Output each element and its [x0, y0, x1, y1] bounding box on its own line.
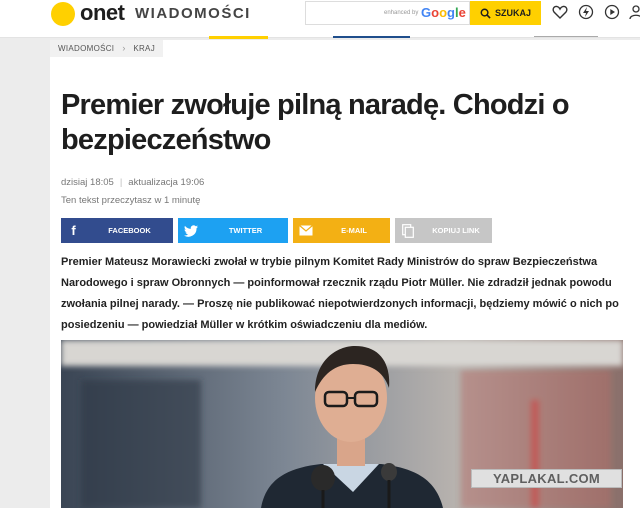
section-name[interactable]: WIADOMOŚCI: [135, 5, 251, 22]
nav-indicator-blue: [333, 36, 410, 38]
published-time: dzisiaj 18:05: [61, 177, 114, 188]
copy-link-button[interactable]: KOPIUJ LINK: [395, 218, 492, 243]
article-card: WIADOMOŚCI › KRAJ Premier zwołuje pilną …: [50, 40, 640, 508]
search-input[interactable]: enhanced by Google: [305, 1, 470, 25]
search-enhanced-label: enhanced by: [384, 10, 419, 16]
article-lead: Premier Mateusz Morawiecki zwołał w tryb…: [61, 256, 619, 331]
search-icon: [480, 8, 491, 19]
share-email-label: E-MAIL: [341, 226, 367, 235]
onet-logo[interactable]: onet: [80, 0, 125, 26]
facebook-icon: f: [71, 223, 76, 238]
copy-link-label: KOPIUJ LINK: [432, 226, 480, 235]
share-email-button[interactable]: E-MAIL: [293, 218, 390, 243]
play-icon[interactable]: [604, 4, 620, 20]
updated-time: aktualizacja 19:06: [128, 177, 205, 188]
nav-indicator-yellow: [209, 36, 268, 39]
nav-indicator-gray: [534, 36, 598, 37]
share-facebook-button[interactable]: f FACEBOOK: [61, 218, 173, 243]
bolt-icon[interactable]: [578, 4, 594, 20]
twitter-icon: [178, 218, 203, 243]
meta-divider: |: [119, 177, 123, 188]
breadcrumb-item[interactable]: KRAJ: [125, 40, 163, 57]
share-twitter-button[interactable]: TWITTER: [178, 218, 288, 243]
user-icon[interactable]: [628, 4, 640, 20]
breadcrumb: WIADOMOŚCI › KRAJ: [50, 40, 163, 57]
breadcrumb-item[interactable]: WIADOMOŚCI: [50, 40, 122, 57]
top-bar: onet WIADOMOŚCI enhanced by Google SZUKA…: [0, 0, 640, 38]
share-facebook-label: FACEBOOK: [108, 226, 151, 235]
google-logo: Google: [421, 5, 466, 20]
heart-icon[interactable]: [552, 4, 568, 20]
article-title: Premier zwołuje pilną naradę. Chodzi o b…: [61, 89, 570, 156]
onet-logo-circle[interactable]: [51, 2, 75, 26]
search-button[interactable]: SZUKAJ: [470, 1, 541, 25]
search-button-label: SZUKAJ: [494, 8, 531, 18]
share-twitter-label: TWITTER: [228, 226, 263, 235]
article-meta: dzisiaj 18:05 | aktualizacja 19:06: [61, 177, 204, 188]
read-time: Ten tekst przeczytasz w 1 minutę: [61, 195, 201, 206]
mail-icon: [293, 218, 318, 243]
copy-icon: [395, 218, 420, 243]
watermark: YAPLAKAL.COM: [471, 469, 622, 488]
share-bar: f FACEBOOK TWITTER E-MAIL KOPIUJ LINK: [61, 218, 492, 243]
